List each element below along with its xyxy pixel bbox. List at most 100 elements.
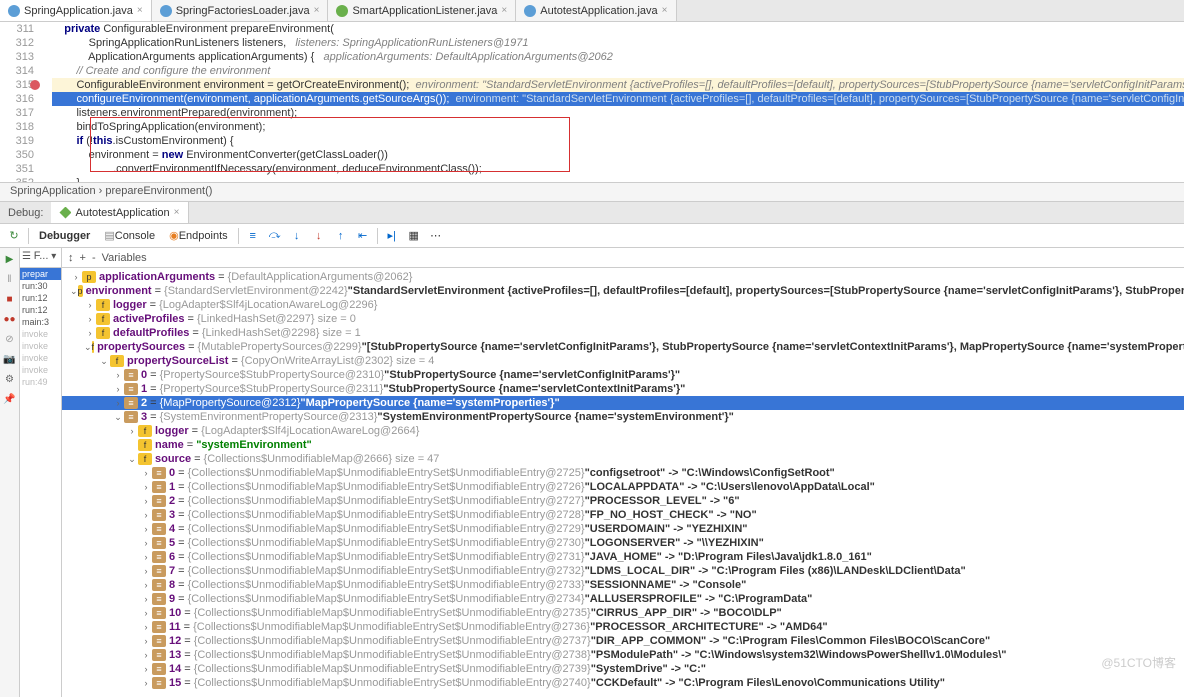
- variable-row[interactable]: ›≡3 = {Collections$UnmodifiableMap$Unmod…: [62, 508, 1184, 522]
- breadcrumb[interactable]: SpringApplication › prepareEnvironment(): [0, 182, 1184, 202]
- twisty-icon[interactable]: ›: [84, 328, 96, 338]
- twisty-icon[interactable]: ›: [84, 314, 96, 324]
- frame-item[interactable]: main:3: [20, 316, 61, 328]
- twisty-icon[interactable]: ›: [140, 678, 152, 688]
- twisty-icon[interactable]: ›: [140, 664, 152, 674]
- step-into-button[interactable]: ↓: [287, 226, 307, 246]
- console-tab[interactable]: ▤ Console: [98, 226, 161, 246]
- mute-breakpoints-button[interactable]: ⊘: [3, 332, 17, 346]
- variable-row[interactable]: ›≡2 = {MapPropertySource@2312} "MapPrope…: [62, 396, 1184, 410]
- drop-frame-button[interactable]: ⇤: [353, 226, 373, 246]
- tab-spring-application[interactable]: SpringApplication.java×: [0, 0, 152, 21]
- frame-item[interactable]: prepar: [20, 268, 61, 280]
- frame-item[interactable]: invoke: [20, 328, 61, 340]
- debug-config-tab[interactable]: AutotestApplication×: [51, 202, 188, 223]
- frame-item[interactable]: run:49: [20, 376, 61, 388]
- close-icon[interactable]: ×: [174, 207, 180, 218]
- breakpoint-icon[interactable]: [30, 80, 40, 90]
- variable-row[interactable]: ›≡15 = {Collections$UnmodifiableMap$Unmo…: [62, 676, 1184, 690]
- variable-row[interactable]: ⌄penvironment = {StandardServletEnvironm…: [62, 284, 1184, 298]
- frame-item[interactable]: run:12: [20, 304, 61, 316]
- step-over-button[interactable]: ⤼: [265, 226, 285, 246]
- twisty-icon[interactable]: ›: [140, 524, 152, 534]
- breadcrumb-class[interactable]: SpringApplication: [10, 185, 96, 197]
- twisty-icon[interactable]: ›: [140, 636, 152, 646]
- twisty-icon[interactable]: ›: [140, 650, 152, 660]
- step-out-button[interactable]: ↑: [331, 226, 351, 246]
- trace-button[interactable]: ⋯: [426, 226, 446, 246]
- variable-row[interactable]: ›fdefaultProfiles = {LinkedHashSet@2298}…: [62, 326, 1184, 340]
- variable-row[interactable]: ⌄≡3 = {SystemEnvironmentPropertySource@2…: [62, 410, 1184, 424]
- variables-panel[interactable]: ↕ + - Variables ›papplicationArguments =…: [62, 248, 1184, 697]
- frame-item[interactable]: invoke: [20, 352, 61, 364]
- gutter[interactable]: 311312313314 315316317318 319350351352: [0, 22, 42, 182]
- twisty-icon[interactable]: ›: [112, 370, 124, 380]
- twisty-icon[interactable]: ›: [70, 272, 82, 282]
- twisty-icon[interactable]: ›: [140, 566, 152, 576]
- variable-row[interactable]: ⌄fpropertySources = {MutablePropertySour…: [62, 340, 1184, 354]
- variable-row[interactable]: ›≡8 = {Collections$UnmodifiableMap$Unmod…: [62, 578, 1184, 592]
- variable-row[interactable]: ›≡1 = {Collections$UnmodifiableMap$Unmod…: [62, 480, 1184, 494]
- twisty-icon[interactable]: ⌄: [98, 356, 110, 367]
- variable-row[interactable]: ⌄fpropertySourceList = {CopyOnWriteArray…: [62, 354, 1184, 368]
- twisty-icon[interactable]: ⌄: [112, 412, 124, 423]
- variable-row[interactable]: ›flogger = {LogAdapter$Slf4jLocationAwar…: [62, 424, 1184, 438]
- run-to-cursor-button[interactable]: ▸|: [382, 226, 402, 246]
- twisty-icon[interactable]: ›: [140, 580, 152, 590]
- evaluate-expression-button[interactable]: ▦: [404, 226, 424, 246]
- force-step-into-button[interactable]: ↓: [309, 226, 329, 246]
- frame-item[interactable]: invoke: [20, 340, 61, 352]
- variable-row[interactable]: ›≡12 = {Collections$UnmodifiableMap$Unmo…: [62, 634, 1184, 648]
- close-icon[interactable]: ×: [501, 5, 507, 16]
- variable-row[interactable]: ›≡0 = {Collections$UnmodifiableMap$Unmod…: [62, 466, 1184, 480]
- resume-button[interactable]: ▶: [3, 252, 17, 266]
- twisty-icon[interactable]: ›: [140, 538, 152, 548]
- twisty-icon[interactable]: ⌄: [126, 454, 138, 465]
- twisty-icon[interactable]: ›: [84, 300, 96, 310]
- tab-autotest-application[interactable]: AutotestApplication.java×: [516, 0, 676, 21]
- tab-smart-application-listener[interactable]: SmartApplicationListener.java×: [328, 0, 516, 21]
- variable-row[interactable]: ›papplicationArguments = {DefaultApplica…: [62, 270, 1184, 284]
- variable-row[interactable]: ›≡10 = {Collections$UnmodifiableMap$Unmo…: [62, 606, 1184, 620]
- pause-button[interactable]: ‖: [3, 272, 17, 286]
- twisty-icon[interactable]: ›: [140, 594, 152, 604]
- collapse-icon[interactable]: +: [80, 252, 86, 264]
- frames-panel[interactable]: ☰ F... ▾ prepar run:30 run:12 run:12 mai…: [20, 248, 62, 697]
- breadcrumb-method[interactable]: prepareEnvironment(): [105, 185, 212, 197]
- twisty-icon[interactable]: ›: [140, 468, 152, 478]
- variables-tree[interactable]: ›papplicationArguments = {DefaultApplica…: [62, 268, 1184, 692]
- expand-icon[interactable]: ↕: [68, 252, 74, 264]
- twisty-icon[interactable]: ›: [112, 398, 124, 408]
- variable-row[interactable]: ›flogger = {LogAdapter$Slf4jLocationAwar…: [62, 298, 1184, 312]
- twisty-icon[interactable]: ›: [140, 482, 152, 492]
- twisty-icon[interactable]: ⌄: [84, 342, 92, 353]
- twisty-icon[interactable]: ⌄: [70, 286, 78, 297]
- rerun-button[interactable]: ↻: [4, 226, 24, 246]
- twisty-icon[interactable]: ›: [140, 510, 152, 520]
- variable-row[interactable]: ›≡13 = {Collections$UnmodifiableMap$Unmo…: [62, 648, 1184, 662]
- variable-row[interactable]: ›≡0 = {PropertySource$StubPropertySource…: [62, 368, 1184, 382]
- twisty-icon[interactable]: ›: [112, 384, 124, 394]
- variable-row[interactable]: ›≡7 = {Collections$UnmodifiableMap$Unmod…: [62, 564, 1184, 578]
- variable-row[interactable]: ›≡11 = {Collections$UnmodifiableMap$Unmo…: [62, 620, 1184, 634]
- twisty-icon[interactable]: ›: [126, 426, 138, 436]
- variable-row[interactable]: ›≡14 = {Collections$UnmodifiableMap$Unmo…: [62, 662, 1184, 676]
- stop-button[interactable]: ■: [3, 292, 17, 306]
- settings-button[interactable]: ⚙: [3, 372, 17, 386]
- variable-row[interactable]: ›≡4 = {Collections$UnmodifiableMap$Unmod…: [62, 522, 1184, 536]
- twisty-icon[interactable]: ›: [140, 608, 152, 618]
- view-breakpoints-button[interactable]: ●●: [3, 312, 17, 326]
- close-icon[interactable]: ×: [137, 5, 143, 16]
- variable-row[interactable]: ›≡5 = {Collections$UnmodifiableMap$Unmod…: [62, 536, 1184, 550]
- variable-row[interactable]: ⌄fsource = {Collections$UnmodifiableMap@…: [62, 452, 1184, 466]
- variable-row[interactable]: ›factiveProfiles = {LinkedHashSet@2297} …: [62, 312, 1184, 326]
- variable-row[interactable]: ›≡6 = {Collections$UnmodifiableMap$Unmod…: [62, 550, 1184, 564]
- variable-row[interactable]: ›≡9 = {Collections$UnmodifiableMap$Unmod…: [62, 592, 1184, 606]
- close-icon[interactable]: ×: [662, 5, 668, 16]
- tab-spring-factories-loader[interactable]: SpringFactoriesLoader.java×: [152, 0, 329, 21]
- twisty-icon[interactable]: ›: [140, 496, 152, 506]
- variable-row[interactable]: fname = "systemEnvironment": [62, 438, 1184, 452]
- frame-item[interactable]: run:30: [20, 280, 61, 292]
- variable-row[interactable]: ›≡1 = {PropertySource$StubPropertySource…: [62, 382, 1184, 396]
- twisty-icon[interactable]: ›: [140, 622, 152, 632]
